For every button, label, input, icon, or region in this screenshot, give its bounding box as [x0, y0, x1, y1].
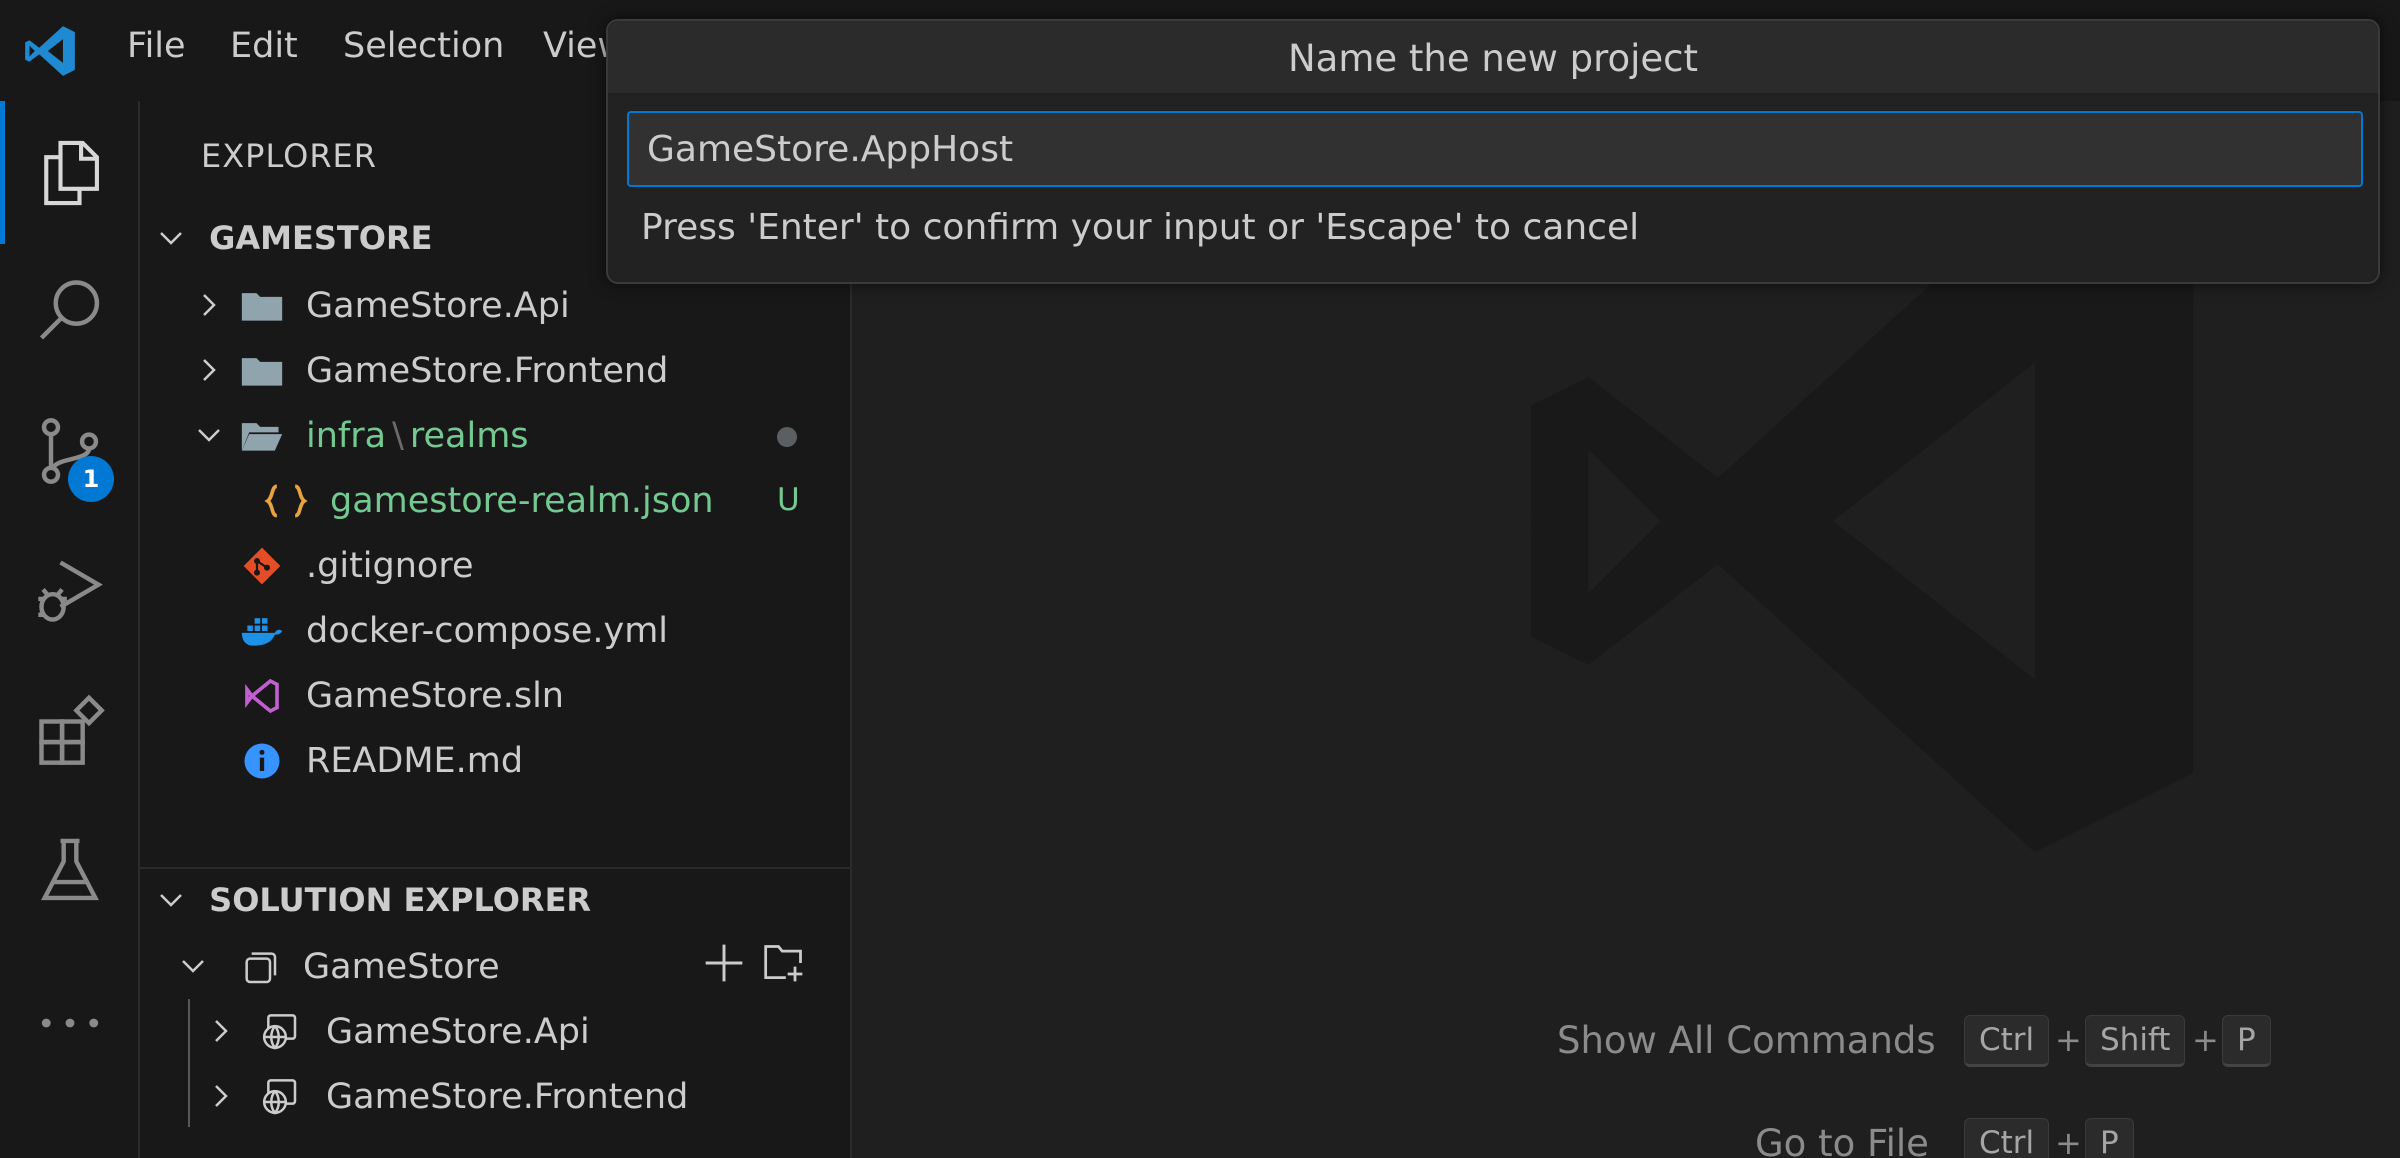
quick-input-title: Name the new project [608, 21, 2378, 93]
tree-item-label: infra \ realms [306, 416, 529, 456]
extensions-icon[interactable] [32, 693, 108, 769]
explorer-icon[interactable] [32, 135, 108, 211]
chevron-down-icon [182, 960, 204, 973]
key-ctrl: Ctrl [1964, 1015, 2050, 1067]
hint-show-all-commands: Show All Commands [1557, 1019, 1936, 1062]
folder-icon [241, 358, 283, 386]
tree-item-label: .gitignore [306, 546, 474, 586]
git-file-icon [243, 547, 281, 585]
chevron-right-icon [215, 1020, 228, 1042]
chevron-right-icon [215, 1085, 228, 1107]
workspace-header[interactable]: GAMESTORE [154, 217, 432, 267]
key-plus: + [2055, 1021, 2082, 1059]
tree-item-label: GameStore.Api [306, 286, 570, 326]
tree-item-docker-compose[interactable]: docker-compose.yml [140, 599, 850, 663]
tree-item-label: docker-compose.yml [306, 611, 669, 651]
active-indicator [0, 101, 5, 244]
section-divider [140, 867, 850, 869]
chevron-down-icon [198, 429, 220, 442]
hint-go-to-file: Go to File [1755, 1122, 1929, 1158]
tree-item-label: gamestore-realm.json [330, 481, 714, 521]
quick-input-dialog: Name the new project Press 'Enter' to co… [606, 19, 2380, 284]
key-plus: + [2055, 1124, 2082, 1158]
solution-label: GameStore [303, 947, 500, 987]
chevron-down-icon [160, 894, 182, 907]
run-debug-icon[interactable] [32, 553, 108, 629]
key-shift: Shift [2085, 1015, 2186, 1067]
tree-item-label: README.md [306, 741, 524, 781]
info-icon [244, 743, 280, 779]
tree-item-label: GameStore.Frontend [326, 1077, 689, 1117]
visual-studio-icon [245, 678, 279, 714]
chevron-right-icon [203, 294, 216, 316]
key-ctrl: Ctrl [1964, 1118, 2050, 1158]
tree-item-label: GameStore.Api [326, 1012, 590, 1052]
json-file-icon [264, 484, 308, 518]
chevron-down-icon [160, 232, 182, 245]
testing-flask-icon[interactable] [32, 833, 108, 909]
folder-open-icon [241, 423, 283, 451]
tree-item-infra-realms[interactable]: infra \ realms [140, 404, 850, 468]
tree-item-gamestore-realm-json[interactable]: gamestore-realm.json U [140, 469, 850, 533]
tree-item-gamestore-sln[interactable]: GameStore.sln [140, 664, 850, 728]
quick-input-message: Press 'Enter' to confirm your input or '… [641, 207, 1640, 248]
solution-explorer-header[interactable]: SOLUTION EXPLORER [154, 879, 591, 929]
solution-icon [245, 952, 277, 984]
menu-edit[interactable]: Edit [230, 26, 298, 66]
more-icon[interactable] [32, 985, 108, 1061]
tree-item-gitignore[interactable]: .gitignore [140, 534, 850, 598]
key-p: P [2222, 1015, 2271, 1067]
search-icon[interactable] [32, 273, 108, 349]
web-project-icon [262, 1079, 297, 1115]
menu-selection[interactable]: Selection [343, 26, 504, 66]
source-control-badge: 1 [68, 456, 114, 502]
solution-explorer-title: SOLUTION EXPLORER [209, 881, 592, 919]
add-icon[interactable] [702, 941, 746, 985]
folder-icon [241, 293, 283, 321]
key-plus: + [2192, 1021, 2219, 1059]
menu-file[interactable]: File [127, 26, 186, 66]
vscode-logo-icon [25, 26, 75, 76]
tree-item-project-frontend[interactable]: GameStore.Frontend [140, 1065, 850, 1129]
explorer-title: EXPLORER [201, 137, 377, 175]
untracked-status: U [777, 482, 800, 518]
tree-item-label: GameStore.sln [306, 676, 564, 716]
key-p: P [2085, 1118, 2134, 1158]
tree-item-project-api[interactable]: GameStore.Api [140, 1000, 850, 1064]
modified-dot [777, 427, 797, 447]
tree-item-gamestore-frontend[interactable]: GameStore.Frontend [140, 339, 850, 403]
tree-item-readme[interactable]: README.md [140, 729, 850, 793]
web-project-icon [262, 1014, 297, 1050]
chevron-right-icon [203, 359, 216, 381]
activity-bar: 1 [0, 101, 140, 1158]
tree-item-label: GameStore.Frontend [306, 351, 669, 391]
workspace-name: GAMESTORE [209, 219, 433, 257]
docker-icon [241, 618, 283, 646]
project-name-input[interactable] [627, 111, 2363, 187]
new-folder-icon[interactable] [762, 941, 806, 985]
